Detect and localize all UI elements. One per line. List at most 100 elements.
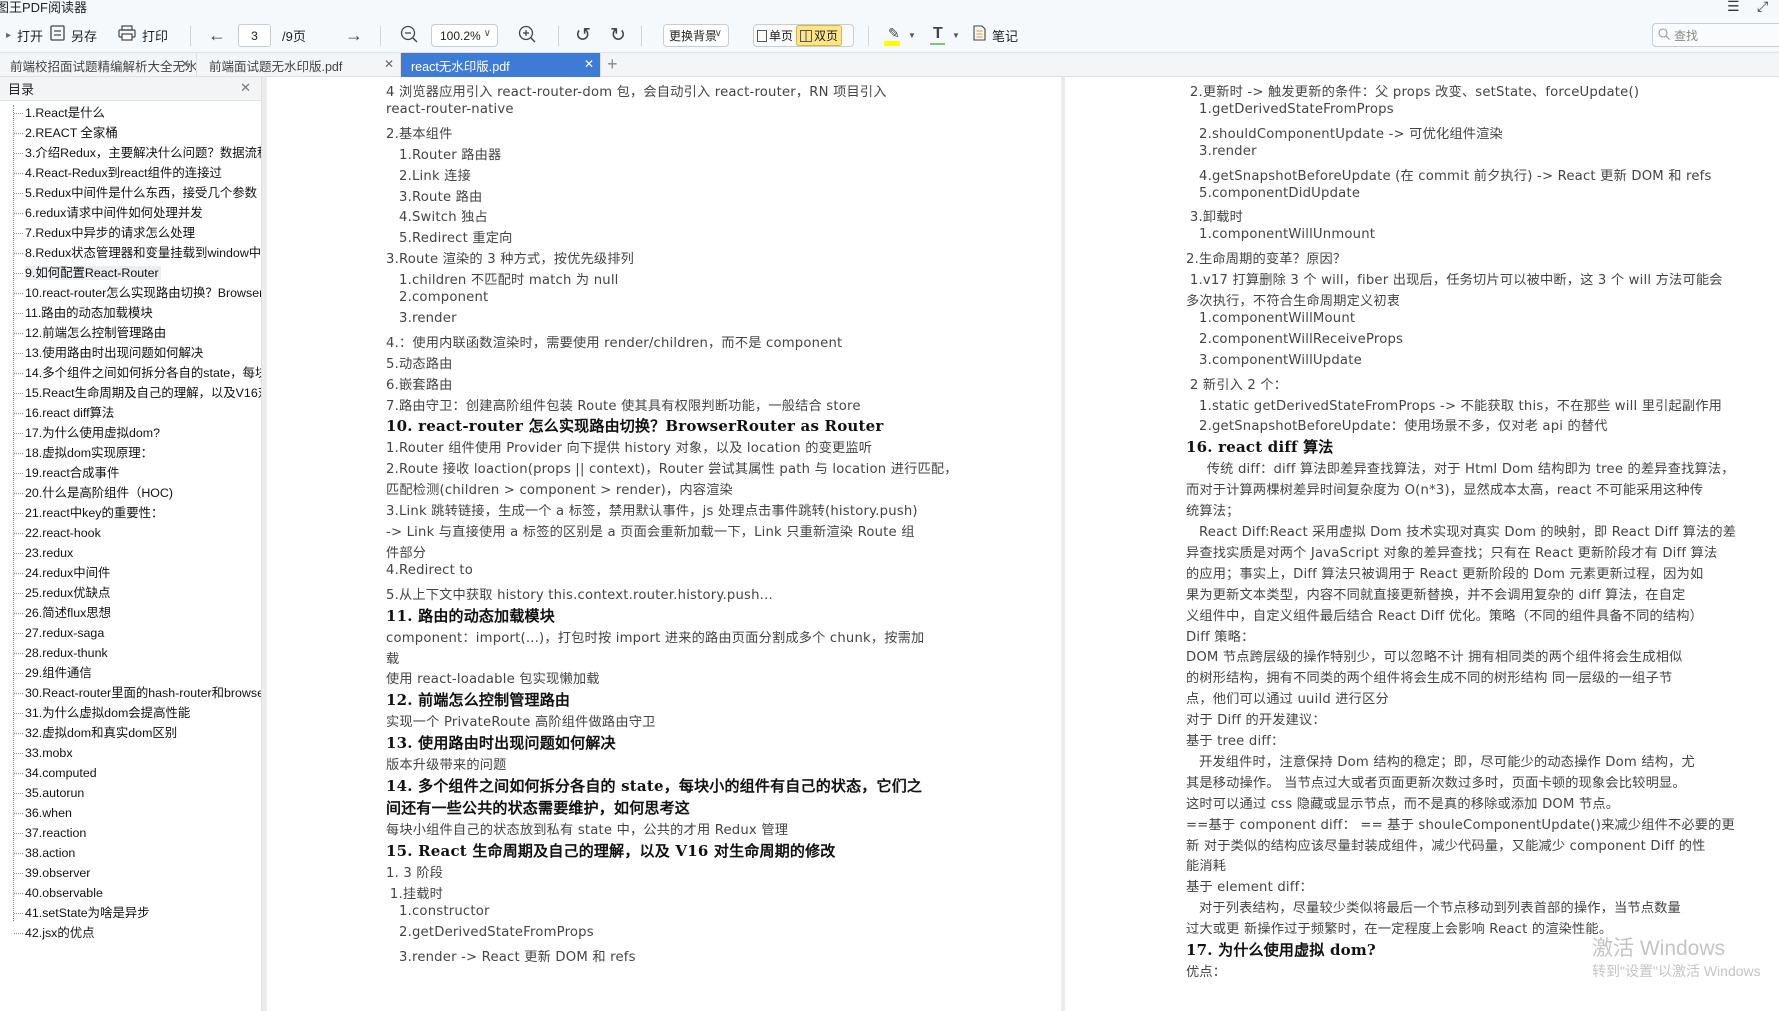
toc-item[interactable]: 23.redux [0, 543, 261, 563]
toc-item[interactable]: 15.React生命周期及自己的理解，以及V16对 [0, 383, 261, 403]
text-line: 5.Redirect 重定向 [399, 231, 513, 247]
zoom-select[interactable]: 100.2% ∨ [431, 24, 498, 47]
toc-item[interactable]: 34.computed [0, 763, 261, 783]
zoom-out-button[interactable] [400, 18, 418, 53]
highlighter-icon: ✎ [884, 25, 902, 47]
tab-document-3[interactable]: react无水印版.pdf ✕ [401, 53, 601, 77]
toc-item[interactable]: 1.React是什么 [0, 103, 261, 123]
separator [190, 26, 191, 46]
toc-item[interactable]: 42.jsx的优点 [0, 923, 261, 943]
text-line: 6.嵌套路由 [386, 377, 453, 393]
text-line: 3.render -> React 更新 DOM 和 refs [399, 949, 636, 965]
toc-item[interactable]: 35.autorun [0, 783, 261, 803]
close-icon[interactable]: ✕ [584, 57, 594, 71]
toc-item[interactable]: 32.虚拟dom和真实dom区别 [0, 723, 261, 743]
open-icon: ▸ [6, 30, 12, 41]
text-line: 1.componentWillMount [1199, 310, 1356, 326]
toc-item[interactable]: 29.组件通信 [0, 663, 261, 683]
note-icon [973, 25, 986, 46]
toc-item[interactable]: 39.observer [0, 863, 261, 883]
rotate-left-button[interactable]: ↺ [575, 18, 591, 53]
search-input[interactable]: 查找 [1652, 23, 1779, 47]
tab-document-2[interactable]: 前端面试题无水印版.pdf ✕ [199, 53, 401, 77]
text-line: 过大或更 新操作过于频繁时，在一定程度上会影响 React 的渲染性能。 [1186, 922, 1613, 938]
toc-item[interactable]: 31.为什么虚拟dom会提高性能 [0, 703, 261, 723]
menu-icon[interactable]: ☰ [1727, 0, 1740, 15]
toc-item[interactable]: 26.简述flux思想 [0, 603, 261, 623]
search-placeholder: 查找 [1674, 28, 1699, 43]
toc-item-label: 5.Redux中间件是什么东西，接受几个参数 [25, 186, 258, 200]
toc-item[interactable]: 5.Redux中间件是什么东西，接受几个参数 [0, 183, 261, 203]
toc-item[interactable]: 41.setState为啥是异步 [0, 903, 261, 923]
change-background-select[interactable]: 更换背景 ∨ [663, 24, 729, 47]
toc-item[interactable]: 24.redux中间件 [0, 563, 261, 583]
new-tab-button[interactable]: + [607, 54, 618, 75]
tab-document-1[interactable]: 前端校招面试题精编解析大全无水 ✕ [0, 53, 197, 77]
toc-item[interactable]: 8.Redux状态管理器和变量挂载到window中有 [0, 243, 261, 263]
toc-item-label: 15.React生命周期及自己的理解，以及V16对 [25, 386, 261, 400]
toc-item[interactable]: 2.REACT 全家桶 [0, 123, 261, 143]
rotate-right-button[interactable]: ↻ [610, 18, 626, 53]
toc-item-label: 33.mobx [25, 746, 73, 760]
toc-item[interactable]: 4.React-Redux到react组件的连接过 [0, 163, 261, 183]
text-line: 2.基本组件 [386, 126, 453, 142]
notes-button[interactable]: 笔记 [973, 18, 1018, 53]
fullscreen-icon[interactable]: ⤢ [1757, 0, 1768, 15]
highlighter-button[interactable]: ✎ ▼ [884, 18, 916, 53]
toc-item[interactable]: 10.react-router怎么实现路由切换？BrowserRouter [0, 283, 261, 303]
next-page-button[interactable]: → [345, 18, 363, 53]
toc-item-label: 17.为什么使用虚拟dom? [25, 426, 160, 440]
toc-item[interactable]: 27.redux-saga [0, 623, 261, 643]
text-line: 1.static getDerivedStateFromProps -> 不能获… [1199, 398, 1723, 414]
print-button[interactable]: 打印 [118, 18, 168, 53]
text-line: -> Link 与直接使用 a 标签的区别是 a 页面会重新加载一下，Link … [386, 525, 915, 540]
double-page-button[interactable]: 双页 [796, 25, 843, 46]
close-icon[interactable]: ✕ [180, 57, 190, 71]
toc-item[interactable]: 40.observable [0, 883, 261, 903]
save-as-button[interactable]: 另存 [50, 18, 97, 53]
single-page-button[interactable]: 单页 [754, 25, 796, 46]
toc-item[interactable]: 13.使用路由时出现问题如何解决 [0, 343, 261, 363]
toc-item[interactable]: 12.前端怎么控制管理路由 [0, 323, 261, 343]
toc-item[interactable]: 6.redux请求中间件如何处理并发 [0, 203, 261, 223]
toc-item[interactable]: 17.为什么使用虚拟dom? [0, 423, 261, 443]
toc-item[interactable]: 18.虚拟dom实现原理： [0, 443, 261, 463]
toc-item[interactable]: 20.什么是高阶组件（HOC) [0, 483, 261, 503]
prev-page-button[interactable]: ← [208, 18, 226, 53]
toc-item[interactable]: 30.React-router里面的hash-router和browser [0, 683, 261, 703]
text-line: 2.component [399, 290, 489, 305]
toc-item-label: 30.React-router里面的hash-router和browser [25, 686, 261, 700]
toc-item[interactable]: 7.Redux中异步的请求怎么处理 [0, 223, 261, 243]
tab-bar: 前端校招面试题精编解析大全无水 ✕ 前端面试题无水印版.pdf ✕ react无… [0, 53, 1779, 77]
text-tool-button[interactable]: T ▼ [930, 18, 960, 53]
tab-label: react无水印版.pdf [411, 59, 510, 74]
text-line: 载 [386, 651, 400, 667]
section-heading: 17. 为什么使用虚拟 dom? [1186, 941, 1376, 959]
text-line: 能消耗 [1186, 859, 1227, 875]
toc-item[interactable]: 25.redux优缺点 [0, 583, 261, 603]
toc-item[interactable]: 11.路由的动态加载模块 [0, 303, 261, 323]
page-number-input[interactable]: 3 [238, 24, 271, 47]
toc-item[interactable]: 22.react-hook [0, 523, 261, 543]
save-icon [50, 25, 65, 46]
toc-item[interactable]: 33.mobx [0, 743, 261, 763]
close-icon[interactable]: ✕ [384, 57, 394, 71]
toc-item[interactable]: 21.react中key的重要性： [0, 503, 261, 523]
toc-item[interactable]: 38.action [0, 843, 261, 863]
separator [380, 26, 381, 46]
toc-item[interactable]: 9.如何配置React-Router [0, 263, 261, 283]
text-line: 3.render [399, 310, 457, 326]
section-heading: 间还有一些公共的状态需要维护，如何思考这 [386, 799, 691, 818]
close-icon[interactable]: ✕ [240, 80, 251, 96]
toc-item[interactable]: 19.react合成事件 [0, 463, 261, 483]
toc-item[interactable]: 16.react diff算法 [0, 403, 261, 423]
toc-item[interactable]: 36.when [0, 803, 261, 823]
toc-item[interactable]: 37.reaction [0, 823, 261, 843]
toc-item[interactable]: 14.多个组件之间如何拆分各自的state，每块 [0, 363, 261, 383]
open-button[interactable]: ▸ 打开 [6, 18, 43, 53]
toc-item[interactable]: 28.redux-thunk [0, 643, 261, 663]
text-line: 4.Redirect to [386, 562, 473, 578]
zoom-in-button[interactable] [518, 18, 536, 53]
zoom-in-icon [518, 25, 536, 46]
toc-item[interactable]: 3.介绍Redux，主要解决什么问题？数据流程 [0, 143, 261, 163]
